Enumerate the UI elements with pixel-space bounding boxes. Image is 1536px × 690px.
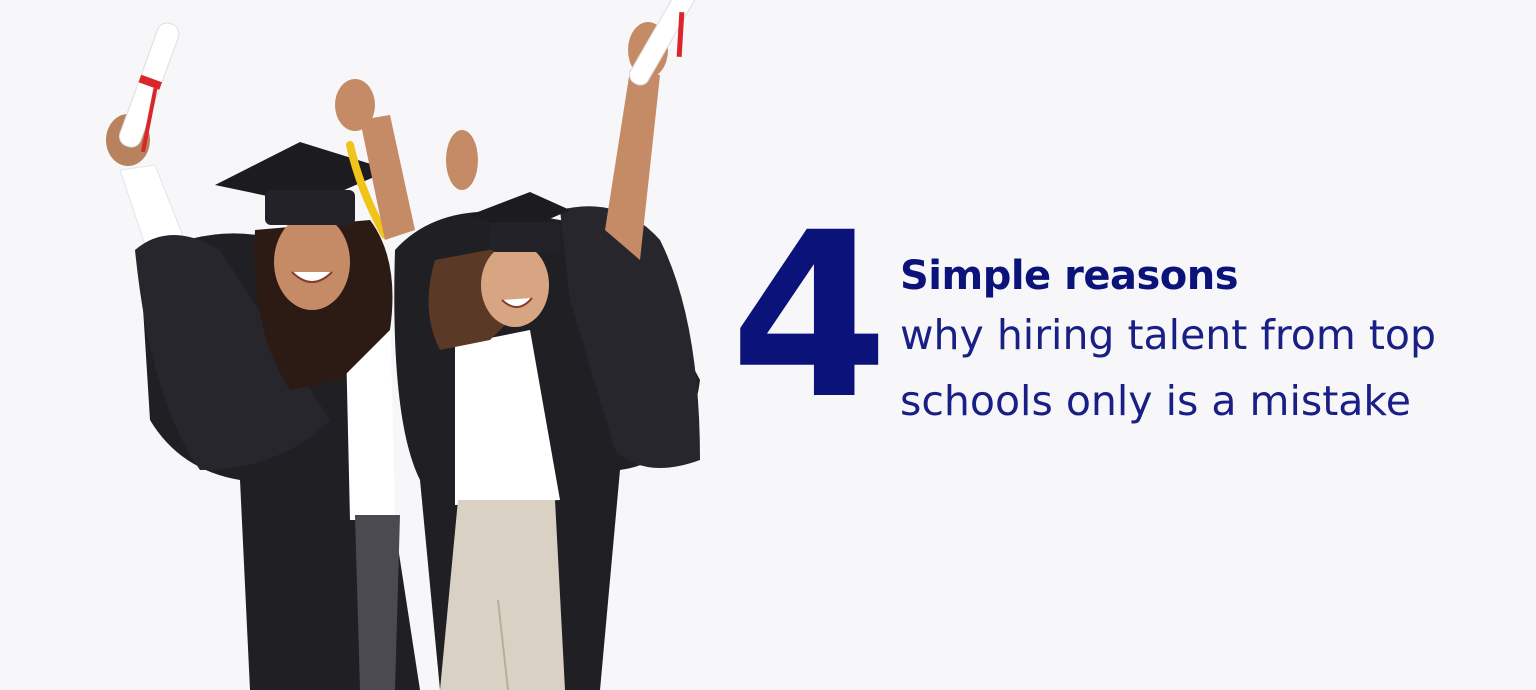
headline-subtitle-line: why hiring talent from top <box>900 311 1437 359</box>
headline-subtitle-line: schools only is a mistake <box>900 377 1411 425</box>
hero-banner: 4 Simple reasons why hiring talent from … <box>0 0 1536 690</box>
graduates-photo <box>106 0 700 690</box>
headline: 4 Simple reasons why hiring talent from … <box>730 202 1520 440</box>
right-graduate-skirt <box>440 500 565 690</box>
headline-text: Simple reasons why hiring talent from to… <box>900 250 1520 434</box>
headline-number: 4 <box>730 183 889 449</box>
headline-title: Simple reasons <box>900 253 1239 299</box>
left-diploma <box>118 22 180 153</box>
